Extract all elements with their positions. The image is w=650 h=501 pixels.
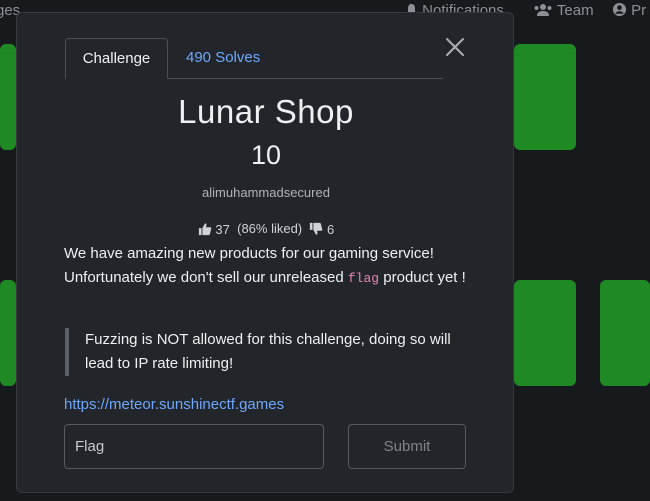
close-button[interactable] [443,35,467,59]
submit-button[interactable]: Submit [348,424,466,469]
dislike-button[interactable]: 6 [309,221,335,237]
vote-summary: 37 (86% liked) 6 [17,220,515,237]
user-circle-icon [612,2,627,17]
challenge-link[interactable]: https://meteor.sunshinectf.games [64,396,284,413]
users-icon [534,4,552,16]
thumbs-up-icon [198,223,212,236]
flag-input[interactable] [64,424,324,469]
inline-code: flag [347,271,380,286]
challenge-card[interactable] [0,280,16,386]
challenge-card[interactable] [514,280,576,386]
challenge-title: Lunar Shop [178,93,354,130]
nav-team-label: Team [556,2,594,19]
description-text-end: product yet ! [379,269,466,286]
challenge-description: We have amazing new products for our gam… [64,242,474,291]
challenge-warning-quote: Fuzzing is NOT allowed for this challeng… [65,328,470,376]
nav-profile[interactable]: Pr [612,2,646,19]
close-icon [446,38,464,56]
challenge-card[interactable] [0,44,16,150]
nav-profile-label: Pr [631,2,647,19]
nav-team[interactable]: Team [533,2,594,19]
like-button[interactable]: 37 [198,221,234,237]
like-count: 37 [215,221,230,237]
challenge-card[interactable] [600,280,650,386]
modal-tabs: Challenge 490 Solves [65,38,443,79]
challenge-modal: Challenge 490 Solves Lunar Shop 10 alimu… [16,12,514,493]
tab-solves[interactable]: 490 Solves [186,38,260,78]
challenge-author: alimuhammadsecured [202,185,330,200]
challenge-points: 10 [250,140,282,170]
dislike-count: 6 [327,221,335,237]
thumbs-down-icon [310,222,323,235]
challenge-card[interactable] [514,44,576,150]
liked-percent: (86% liked) [237,221,303,237]
tab-challenge[interactable]: Challenge [65,38,168,79]
